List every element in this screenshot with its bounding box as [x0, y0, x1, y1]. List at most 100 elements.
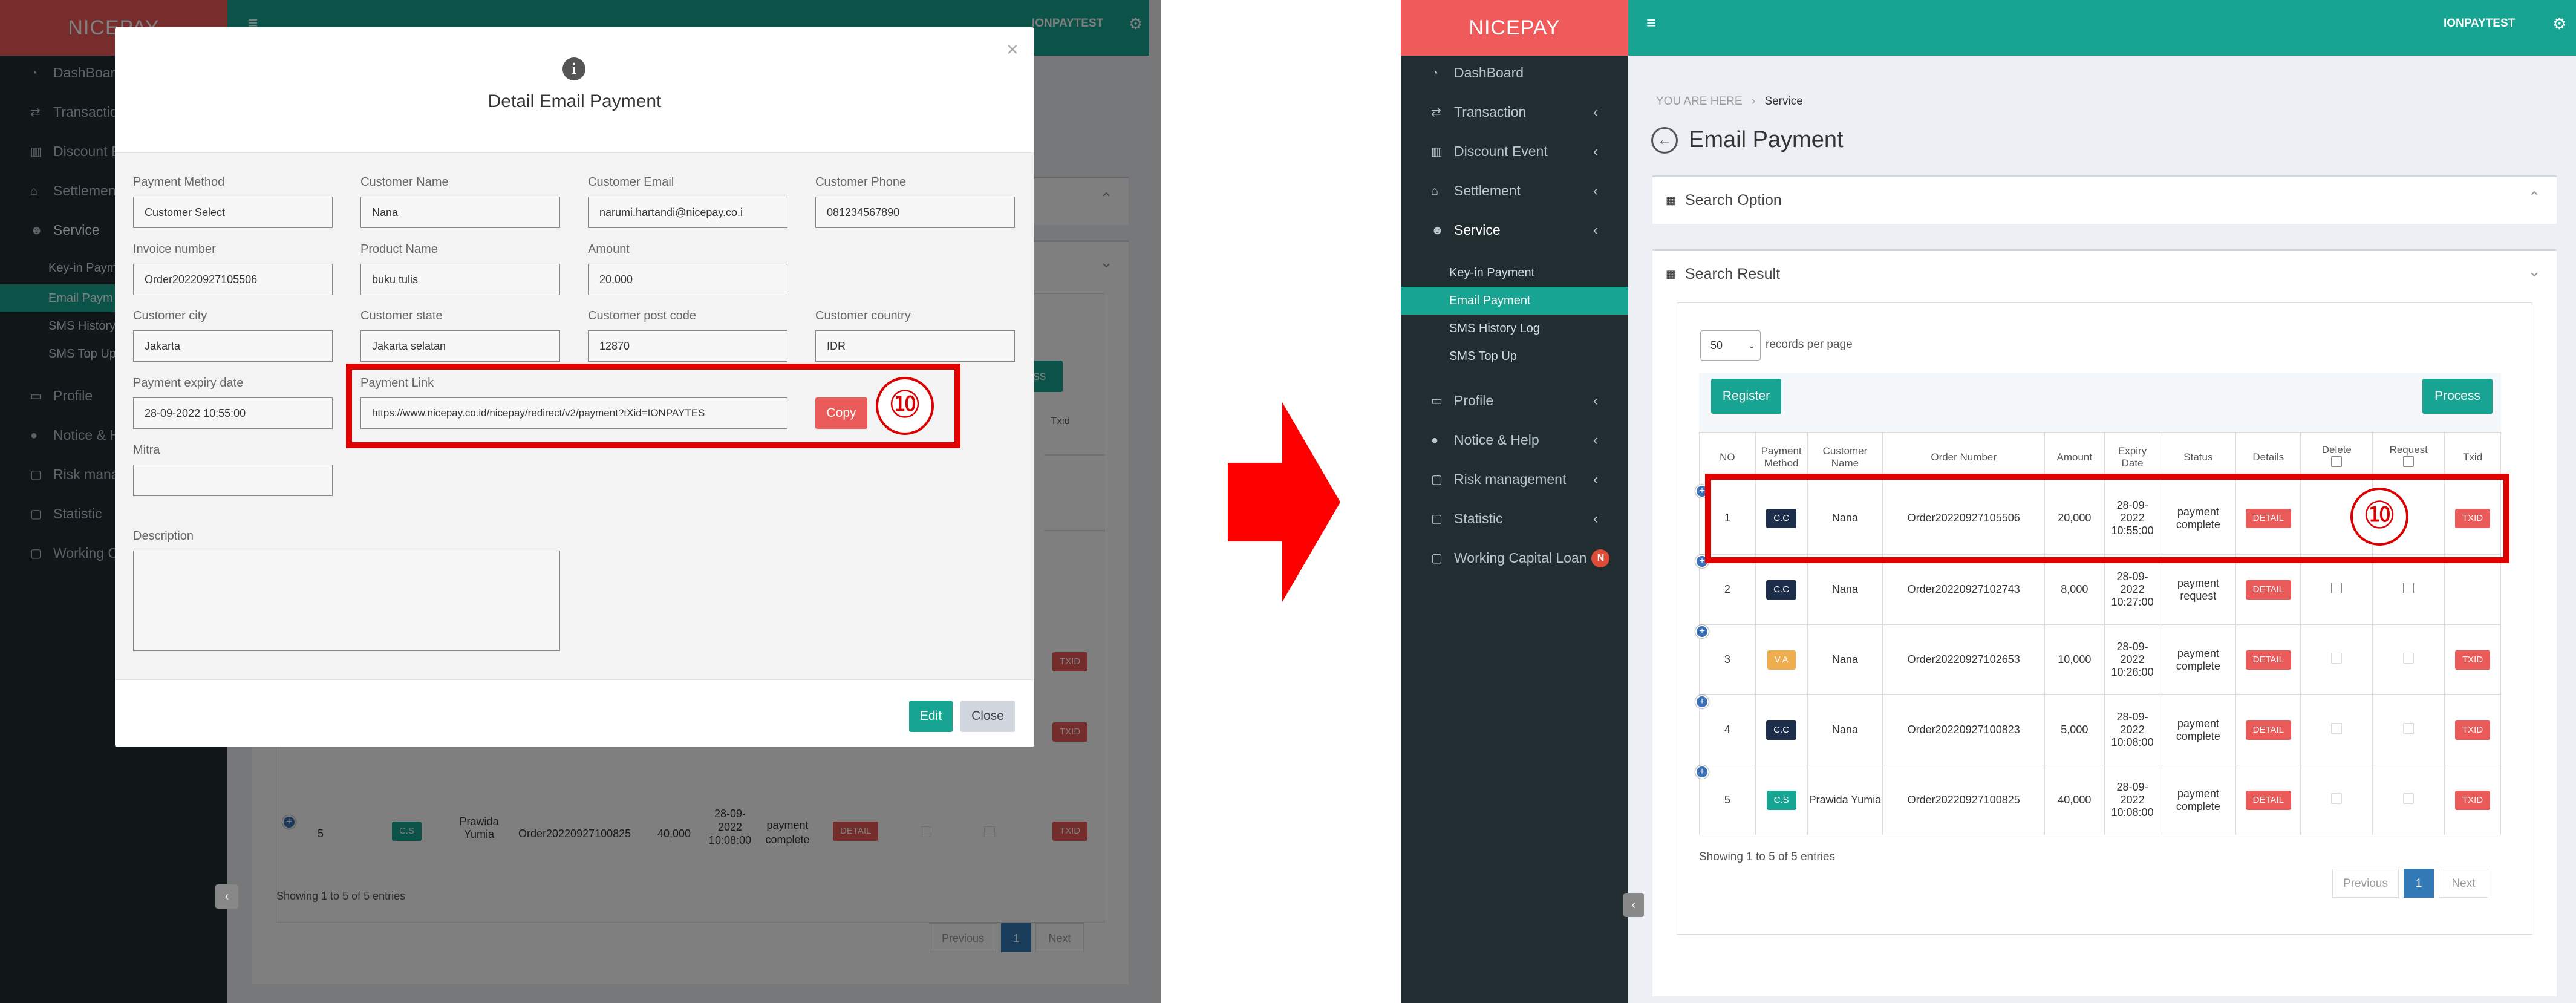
customer-state-field[interactable]: Jakarta selatan — [360, 330, 560, 362]
order-number: Order20220927102653 — [1882, 624, 2045, 695]
delete-checkbox[interactable] — [2331, 723, 2343, 734]
sidebar-item-statistic[interactable]: ▢ Statistic ‹ — [1401, 499, 1628, 538]
row-no: 5 — [1699, 765, 1756, 835]
customer-country-field[interactable]: IDR — [815, 330, 1015, 362]
details-cell: DETAIL — [2235, 554, 2301, 625]
search-result-title: Search Result — [1685, 266, 1781, 283]
customer-email-field[interactable]: narumi.hartandi@nicepay.co.i — [588, 197, 787, 228]
sidebar-item-working-capital[interactable]: ▢ Working Capital Loan N — [1401, 538, 1628, 578]
method-badge: C.S — [1766, 790, 1796, 810]
detail-button[interactable]: DETAIL — [2245, 650, 2292, 670]
bar-chart-icon: ▥ — [1431, 145, 1443, 158]
sidebar-item-transaction[interactable]: ⇄ Transaction ‹ — [1401, 93, 1628, 132]
modal-header: i Detail Email Payment × — [115, 27, 1034, 153]
delete-checkbox[interactable] — [2331, 793, 2343, 804]
next-button[interactable]: Next — [2439, 869, 2488, 898]
table-row[interactable]: 5 C.S Prawida Yumia Order20220927100825 … — [1699, 765, 2501, 835]
delete-checkbox[interactable] — [2331, 583, 2343, 593]
mitra-field[interactable] — [133, 465, 333, 496]
expand-row-icon[interactable]: + — [1695, 765, 1709, 779]
sidebar-item-dashboard[interactable]: ◔DashBoard — [1401, 53, 1628, 93]
detail-button[interactable]: DETAIL — [2245, 580, 2292, 600]
description-textarea[interactable] — [133, 551, 560, 651]
folder-icon: ▢ — [1431, 472, 1443, 486]
sidebar-sub-sms-topup[interactable]: SMS Top Up — [1401, 342, 1628, 370]
user-name[interactable]: IONPAYTEST — [2444, 17, 2515, 30]
sidebar-item-profile[interactable]: ▭ Profile ‹ — [1401, 381, 1628, 420]
sidebar-toggle-icon[interactable]: ‹ — [215, 884, 238, 909]
menu-icon[interactable]: ≡ — [1646, 15, 1665, 31]
chevron-left-icon: ‹ — [1593, 471, 1598, 488]
close-button[interactable]: Close — [960, 701, 1015, 732]
sidebar-sub-sms-history[interactable]: SMS History Log — [1401, 315, 1628, 342]
delete-checkbox[interactable] — [2331, 653, 2343, 664]
request-checkbox[interactable] — [2403, 793, 2415, 804]
customer-name: Prawida Yumia — [1807, 765, 1883, 835]
request-cell — [2372, 765, 2445, 835]
modal-title: Detail Email Payment — [487, 91, 662, 111]
sidebar-item-risk[interactable]: ▢ Risk management ‹ — [1401, 460, 1628, 499]
expiry-date: 28-09-2022 10:08:00 — [2104, 765, 2161, 835]
method-cell: C.C — [1755, 694, 1808, 765]
txid-button[interactable]: TXID — [2455, 720, 2491, 740]
customer-phone-field[interactable]: 081234567890 — [815, 197, 1015, 228]
request-checkbox[interactable] — [2403, 583, 2415, 593]
edit-button[interactable]: Edit — [909, 701, 953, 732]
process-button[interactable]: Process — [2422, 379, 2493, 414]
customer-name: Nana — [1807, 694, 1883, 765]
per-page-select[interactable]: 50 ⌄ — [1700, 330, 1761, 361]
product-name-field[interactable]: buku tulis — [360, 264, 560, 295]
request-checkbox[interactable] — [2403, 653, 2415, 664]
details-cell: DETAIL — [2235, 694, 2301, 765]
entries-info: Showing 1 to 5 of 5 entries — [1699, 851, 1835, 863]
modal-footer: Edit Close — [115, 679, 1034, 747]
request-checkbox[interactable] — [2403, 723, 2415, 734]
gear-icon[interactable]: ⚙ — [2552, 15, 2566, 33]
sidebar-sub-keyin[interactable]: Key-in Payment — [1401, 259, 1628, 287]
amount: 10,000 — [2044, 624, 2105, 695]
step-10-marker: ⑩ — [876, 377, 934, 435]
txid-button[interactable]: TXID — [2455, 790, 2491, 810]
customer-name-field[interactable]: Nana — [360, 197, 560, 228]
request-all-checkbox[interactable] — [2403, 456, 2415, 467]
delete-all-checkbox[interactable] — [2331, 456, 2343, 467]
delete-cell — [2300, 694, 2373, 765]
table-row[interactable]: 2 C.C Nana Order20220927102743 8,000 28-… — [1699, 554, 2501, 625]
table-row[interactable]: 4 C.C Nana Order20220927100823 5,000 28-… — [1699, 694, 2501, 765]
detail-button[interactable]: DETAIL — [2245, 720, 2292, 740]
field-label: Customer Name — [360, 175, 449, 189]
monitor-icon: ▭ — [1431, 394, 1443, 408]
sidebar-item-settlement[interactable]: ⌂ Settlement ‹ — [1401, 171, 1628, 211]
row-no: 3 — [1699, 624, 1756, 695]
chevron-left-icon: ‹ — [1593, 182, 1598, 199]
table-row[interactable]: 3 V.A Nana Order20220927102653 10,000 28… — [1699, 624, 2501, 695]
amount-field[interactable]: 20,000 — [588, 264, 787, 295]
previous-button[interactable]: Previous — [2332, 869, 2399, 898]
status: payment complete — [2160, 765, 2237, 835]
customer-city-field[interactable]: Jakarta — [133, 330, 333, 362]
sidebar-item-notice[interactable]: ● Notice & Help ‹ — [1401, 420, 1628, 460]
collapse-icon[interactable]: ⌃ — [2528, 188, 2541, 207]
sidebar-item-discount[interactable]: ▥ Discount Event ‹ — [1401, 132, 1628, 171]
sidebar-item-service[interactable]: ☻ Service ‹ — [1401, 211, 1628, 250]
txid-button[interactable]: TXID — [2455, 650, 2491, 670]
field-label: Invoice number — [133, 243, 216, 256]
customer-post-code-field[interactable]: 12870 — [588, 330, 787, 362]
search-option-box[interactable]: ▦ Search Option ⌃ — [1652, 175, 2557, 224]
users-icon: ☻ — [1431, 223, 1444, 237]
chevron-down-icon: ⌄ — [1748, 341, 1755, 350]
close-icon[interactable]: × — [1006, 38, 1019, 62]
page-1-button[interactable]: 1 — [2404, 869, 2434, 898]
sidebar-sub-email[interactable]: Email Payment — [1401, 287, 1628, 315]
payment-expiry-field[interactable]: 28-09-2022 10:55:00 — [133, 397, 333, 429]
back-icon[interactable]: ← — [1651, 127, 1678, 154]
register-button[interactable]: Register — [1711, 379, 1781, 414]
detail-button[interactable]: DETAIL — [2245, 790, 2292, 810]
breadcrumb-current[interactable]: Service — [1764, 95, 1802, 108]
sidebar-toggle-icon[interactable]: ‹ — [1623, 893, 1644, 917]
expand-row-icon[interactable]: + — [1695, 625, 1709, 638]
invoice-number-field[interactable]: Order20220927105506 — [133, 264, 333, 295]
payment-method-field[interactable]: Customer Select — [133, 197, 333, 228]
expand-row-icon[interactable]: + — [1695, 695, 1709, 708]
collapse-icon[interactable]: ⌄ — [2528, 262, 2541, 281]
